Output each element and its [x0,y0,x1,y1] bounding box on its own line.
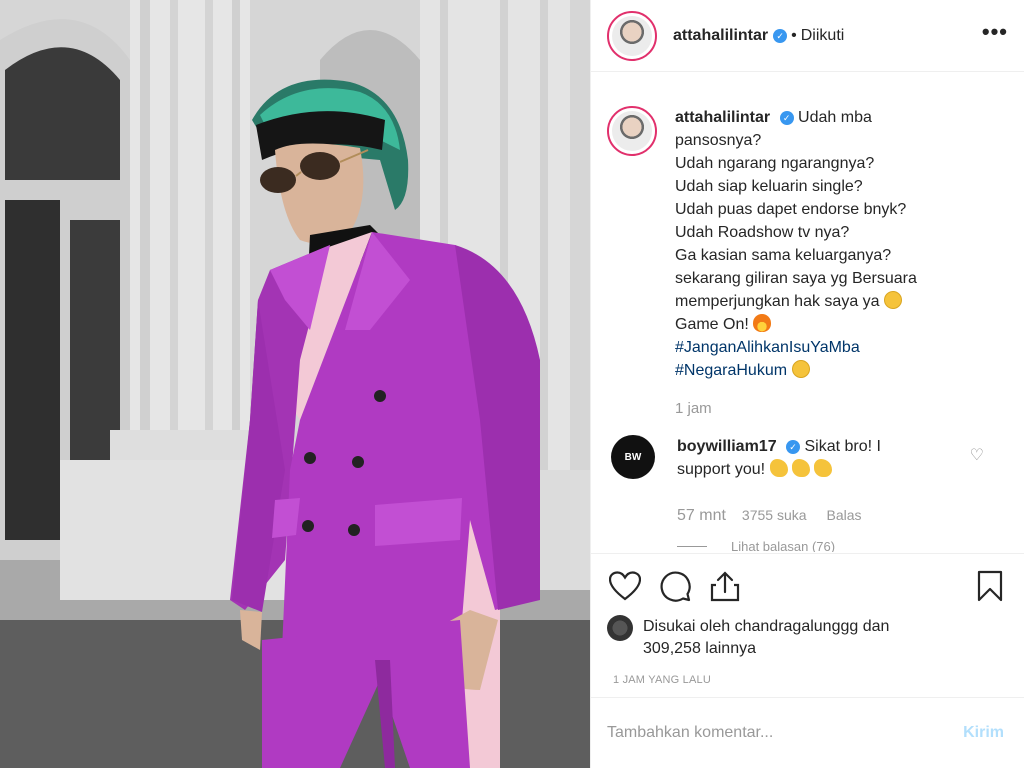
comment-item: BW boywilliam17 ✓ Sikat bro! I support y… [607,435,1008,481]
caption-line: Udah ngarang ngarangnya? [675,155,875,172]
caption-time[interactable]: 1 jam [675,400,1008,417]
commenter-username[interactable]: boywilliam17 [677,438,777,455]
hashtag-link[interactable]: #NegaraHukum [675,362,787,379]
caption-line: Game On! [675,316,749,333]
caption-line: Udah mba [798,109,872,126]
comment-time[interactable]: 57 mnt [677,507,726,525]
caption-line: Ga kasian sama keluarganya? [675,247,892,264]
comments-list[interactable]: attahalilintar ✓ Udah mba pansosnya? Uda… [591,86,1024,552]
smiling-emoji-icon [884,291,903,309]
liker-avatar[interactable] [607,615,633,641]
likes-middle: dan [862,618,890,635]
post-photo[interactable] [0,0,590,768]
comment-likes[interactable]: 3755 suka [742,507,807,523]
comment-input[interactable] [607,724,964,742]
post-header: attahalilintar ✓ • Diikuti ••• [591,0,1024,72]
comment-icon[interactable] [657,568,693,604]
caption: attahalilintar ✓ Udah mba pansosnya? Uda… [607,106,1008,382]
caption-body: attahalilintar ✓ Udah mba pansosnya? Uda… [675,106,917,382]
comment-meta: 57 mnt 3755 suka Balas [677,507,1008,525]
slight-smile-emoji-icon [791,360,810,378]
follow-status[interactable]: Diikuti [801,27,845,45]
caption-avatar[interactable] [607,106,657,156]
comment-like-heart-icon[interactable]: ♡ [970,445,984,465]
flexed-biceps-emoji-icon [791,459,810,477]
author-username[interactable]: attahalilintar [673,27,768,45]
commenter-avatar[interactable]: BW [611,435,655,479]
verified-icon: ✓ [779,111,794,125]
comment-text: support you! [677,461,766,478]
flexed-biceps-emoji-icon [814,459,833,477]
photo-illustration [0,0,590,768]
post-actions: Disukai oleh chandragalunggg dan 309,258… [591,553,1024,686]
share-icon[interactable] [707,568,743,604]
caption-line: Udah Roadshow tv nya? [675,224,850,241]
fire-emoji-icon [753,314,772,332]
view-replies-label[interactable]: Lihat balasan (76) [731,539,835,552]
liker-username[interactable]: chandragalunggg [735,618,859,635]
divider-line [677,546,707,547]
caption-line: sekarang giliran saya yg Bersuara [675,270,917,287]
comment-body: boywilliam17 ✓ Sikat bro! I support you! [677,435,917,481]
bookmark-icon[interactable] [972,568,1008,604]
separator-dot: • [791,26,797,44]
flexed-biceps-emoji-icon [769,459,788,477]
likes-count[interactable]: 309,258 lainnya [643,640,756,657]
reply-button[interactable]: Balas [827,507,862,523]
caption-username[interactable]: attahalilintar [675,109,770,126]
likes-summary: Disukai oleh chandragalunggg dan 309,258… [607,615,1008,660]
post-comment-button[interactable]: Kirim [963,724,1004,742]
verified-icon: ✓ [773,28,788,43]
add-comment-bar: Kirim [591,697,1024,768]
caption-line: memperjungkan hak saya ya [675,293,880,310]
hashtag-link[interactable]: #JanganAlihkanIsuYaMba [675,336,917,359]
verified-icon: ✓ [786,440,801,454]
caption-line: Udah puas dapet endorse bnyk? [675,201,907,218]
action-icons [607,566,1008,606]
comment-text: Sikat bro! I [804,438,881,455]
likes-prefix: Disukai oleh [643,618,731,635]
post-detail-panel: attahalilintar ✓ • Diikuti ••• attahalil… [590,0,1024,768]
post-timestamp[interactable]: 1 JAM YANG LALU [613,674,1008,686]
likes-text: Disukai oleh chandragalunggg dan 309,258… [643,616,889,660]
caption-line: pansosnya? [675,132,762,149]
view-replies[interactable]: Lihat balasan (76) [677,539,1008,552]
more-options-icon[interactable]: ••• [982,19,1008,53]
heart-icon[interactable] [607,568,643,604]
caption-line: Udah siap keluarin single? [675,178,863,195]
author-avatar[interactable] [607,10,657,61]
